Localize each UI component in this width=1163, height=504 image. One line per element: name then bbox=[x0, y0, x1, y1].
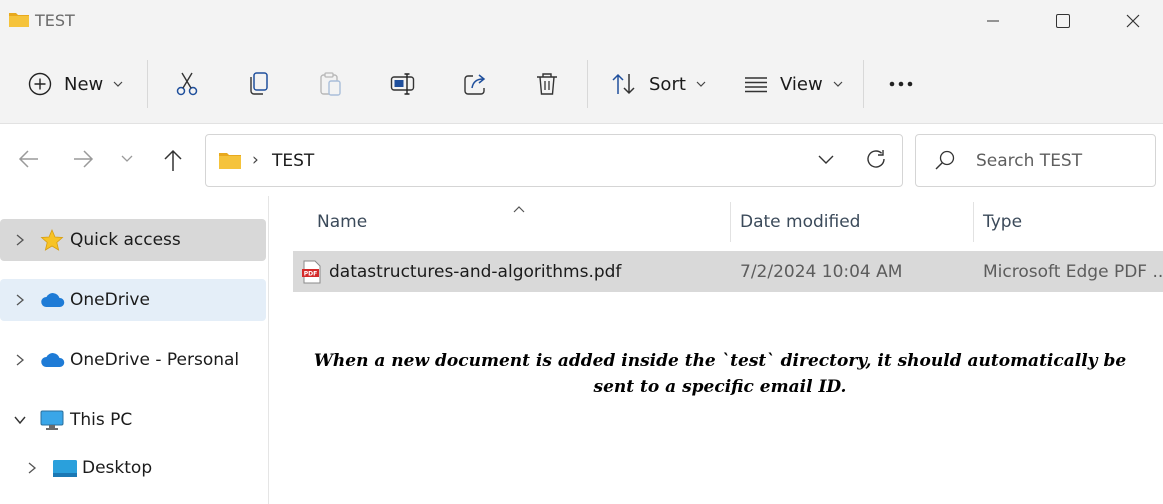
chevron-right-icon[interactable] bbox=[12, 461, 52, 475]
toolbar-divider bbox=[147, 60, 148, 108]
trash-icon bbox=[537, 73, 557, 95]
navigation-pane: Quick access OneDrive OneDrive - Persona… bbox=[0, 196, 269, 504]
sidebar-item-label: OneDrive - Personal bbox=[70, 350, 240, 370]
search-placeholder: Search TEST bbox=[976, 151, 1083, 171]
address-bar[interactable]: › TEST bbox=[205, 134, 903, 187]
window-title: TEST bbox=[35, 11, 75, 30]
share-icon bbox=[464, 74, 486, 95]
close-icon bbox=[1126, 14, 1140, 28]
maximize-button[interactable] bbox=[1028, 0, 1098, 42]
sidebar-item-quick-access[interactable]: Quick access bbox=[0, 219, 266, 261]
view-label: View bbox=[780, 73, 823, 95]
copy-button[interactable] bbox=[247, 64, 271, 104]
folder-icon bbox=[8, 10, 30, 32]
command-bar: New Sort View bbox=[0, 42, 1163, 124]
address-history-button[interactable] bbox=[816, 149, 836, 173]
overlay-annotation-text: When a new document is added inside the … bbox=[313, 351, 1127, 397]
refresh-button[interactable] bbox=[864, 147, 888, 175]
chevron-down-icon bbox=[121, 155, 133, 162]
table-row[interactable]: PDF datastructures-and-algorithms.pdf 7/… bbox=[293, 251, 1163, 292]
share-button[interactable] bbox=[463, 64, 489, 104]
more-icon bbox=[889, 81, 913, 87]
sidebar-item-onedrive[interactable]: OneDrive bbox=[0, 279, 266, 321]
column-divider[interactable] bbox=[730, 202, 731, 242]
toolbar-divider bbox=[587, 60, 588, 108]
file-list: Name Date modified Type PDF datastructur… bbox=[270, 196, 1163, 504]
column-divider[interactable] bbox=[973, 202, 974, 242]
onedrive-cloud-icon bbox=[40, 351, 70, 369]
close-button[interactable] bbox=[1098, 0, 1163, 42]
sort-button[interactable]: Sort bbox=[611, 64, 706, 104]
file-explorer-window: TEST New Sort View › TEST Search TEST Qu… bbox=[0, 0, 1163, 504]
new-label: New bbox=[64, 73, 104, 95]
sidebar-item-this-pc[interactable]: This PC bbox=[0, 399, 266, 441]
back-button[interactable] bbox=[18, 148, 40, 170]
folder-icon bbox=[218, 150, 242, 174]
chevron-right-icon[interactable] bbox=[0, 293, 40, 307]
breadcrumb-current[interactable]: TEST bbox=[272, 151, 314, 171]
sidebar-item-label: This PC bbox=[70, 410, 133, 430]
arrow-left-icon bbox=[18, 150, 38, 168]
column-header-name[interactable]: Name bbox=[317, 212, 367, 232]
computer-icon bbox=[40, 409, 70, 431]
new-button[interactable]: New bbox=[28, 64, 123, 104]
pdf-file-icon: PDF bbox=[302, 260, 322, 288]
toolbar-divider bbox=[863, 60, 864, 108]
column-header-type[interactable]: Type bbox=[983, 212, 1022, 232]
star-icon bbox=[40, 229, 70, 251]
file-name: datastructures-and-algorithms.pdf bbox=[329, 262, 622, 282]
desktop-icon bbox=[52, 458, 82, 478]
navigation-row: › TEST Search TEST bbox=[0, 124, 1163, 196]
maximize-icon bbox=[1056, 14, 1070, 28]
sidebar-item-desktop[interactable]: Desktop bbox=[12, 447, 266, 489]
rename-icon bbox=[390, 73, 415, 95]
more-options-button[interactable] bbox=[888, 64, 916, 104]
view-list-icon bbox=[745, 77, 767, 93]
cut-button[interactable] bbox=[174, 64, 200, 104]
sidebar-item-label: Quick access bbox=[70, 230, 181, 250]
minimize-icon bbox=[987, 20, 999, 22]
paste-button[interactable] bbox=[319, 64, 343, 104]
sidebar-item-label: Desktop bbox=[82, 458, 153, 478]
paste-icon bbox=[320, 72, 341, 96]
sort-icon bbox=[612, 73, 635, 95]
view-button[interactable]: View bbox=[744, 64, 843, 104]
search-icon bbox=[934, 149, 956, 175]
chevron-down-icon bbox=[113, 81, 123, 87]
sort-ascending-icon bbox=[513, 198, 525, 217]
file-date-modified: 7/2/2024 10:04 AM bbox=[740, 262, 903, 282]
up-button[interactable] bbox=[162, 148, 184, 172]
file-type: Microsoft Edge PDF ... bbox=[983, 262, 1163, 282]
sidebar-item-label: OneDrive bbox=[70, 290, 150, 310]
arrow-up-icon bbox=[164, 149, 182, 171]
delete-button[interactable] bbox=[535, 64, 559, 104]
sort-label: Sort bbox=[649, 73, 686, 95]
chevron-down-icon bbox=[696, 81, 706, 87]
chevron-down-icon bbox=[833, 81, 843, 87]
chevron-right-icon[interactable] bbox=[0, 233, 40, 247]
forward-button[interactable] bbox=[72, 148, 94, 170]
arrow-right-icon bbox=[74, 150, 94, 168]
onedrive-cloud-icon bbox=[40, 291, 70, 309]
rename-button[interactable] bbox=[390, 64, 416, 104]
recent-locations-button[interactable] bbox=[121, 154, 133, 164]
plus-circle-icon bbox=[28, 72, 52, 96]
minimize-button[interactable] bbox=[958, 0, 1028, 42]
search-box[interactable]: Search TEST bbox=[915, 134, 1156, 187]
svg-text:PDF: PDF bbox=[304, 271, 317, 278]
sidebar-item-onedrive-personal[interactable]: OneDrive - Personal bbox=[0, 339, 266, 381]
chevron-right-icon[interactable] bbox=[0, 353, 40, 367]
copy-icon bbox=[250, 72, 268, 95]
refresh-icon bbox=[867, 150, 885, 168]
scissors-icon bbox=[176, 72, 198, 96]
breadcrumb-separator-icon: › bbox=[252, 150, 259, 170]
column-header-date-modified[interactable]: Date modified bbox=[740, 212, 860, 232]
chevron-down-icon bbox=[818, 155, 834, 164]
chevron-down-icon[interactable] bbox=[0, 415, 40, 425]
title-bar: TEST bbox=[0, 0, 1163, 42]
